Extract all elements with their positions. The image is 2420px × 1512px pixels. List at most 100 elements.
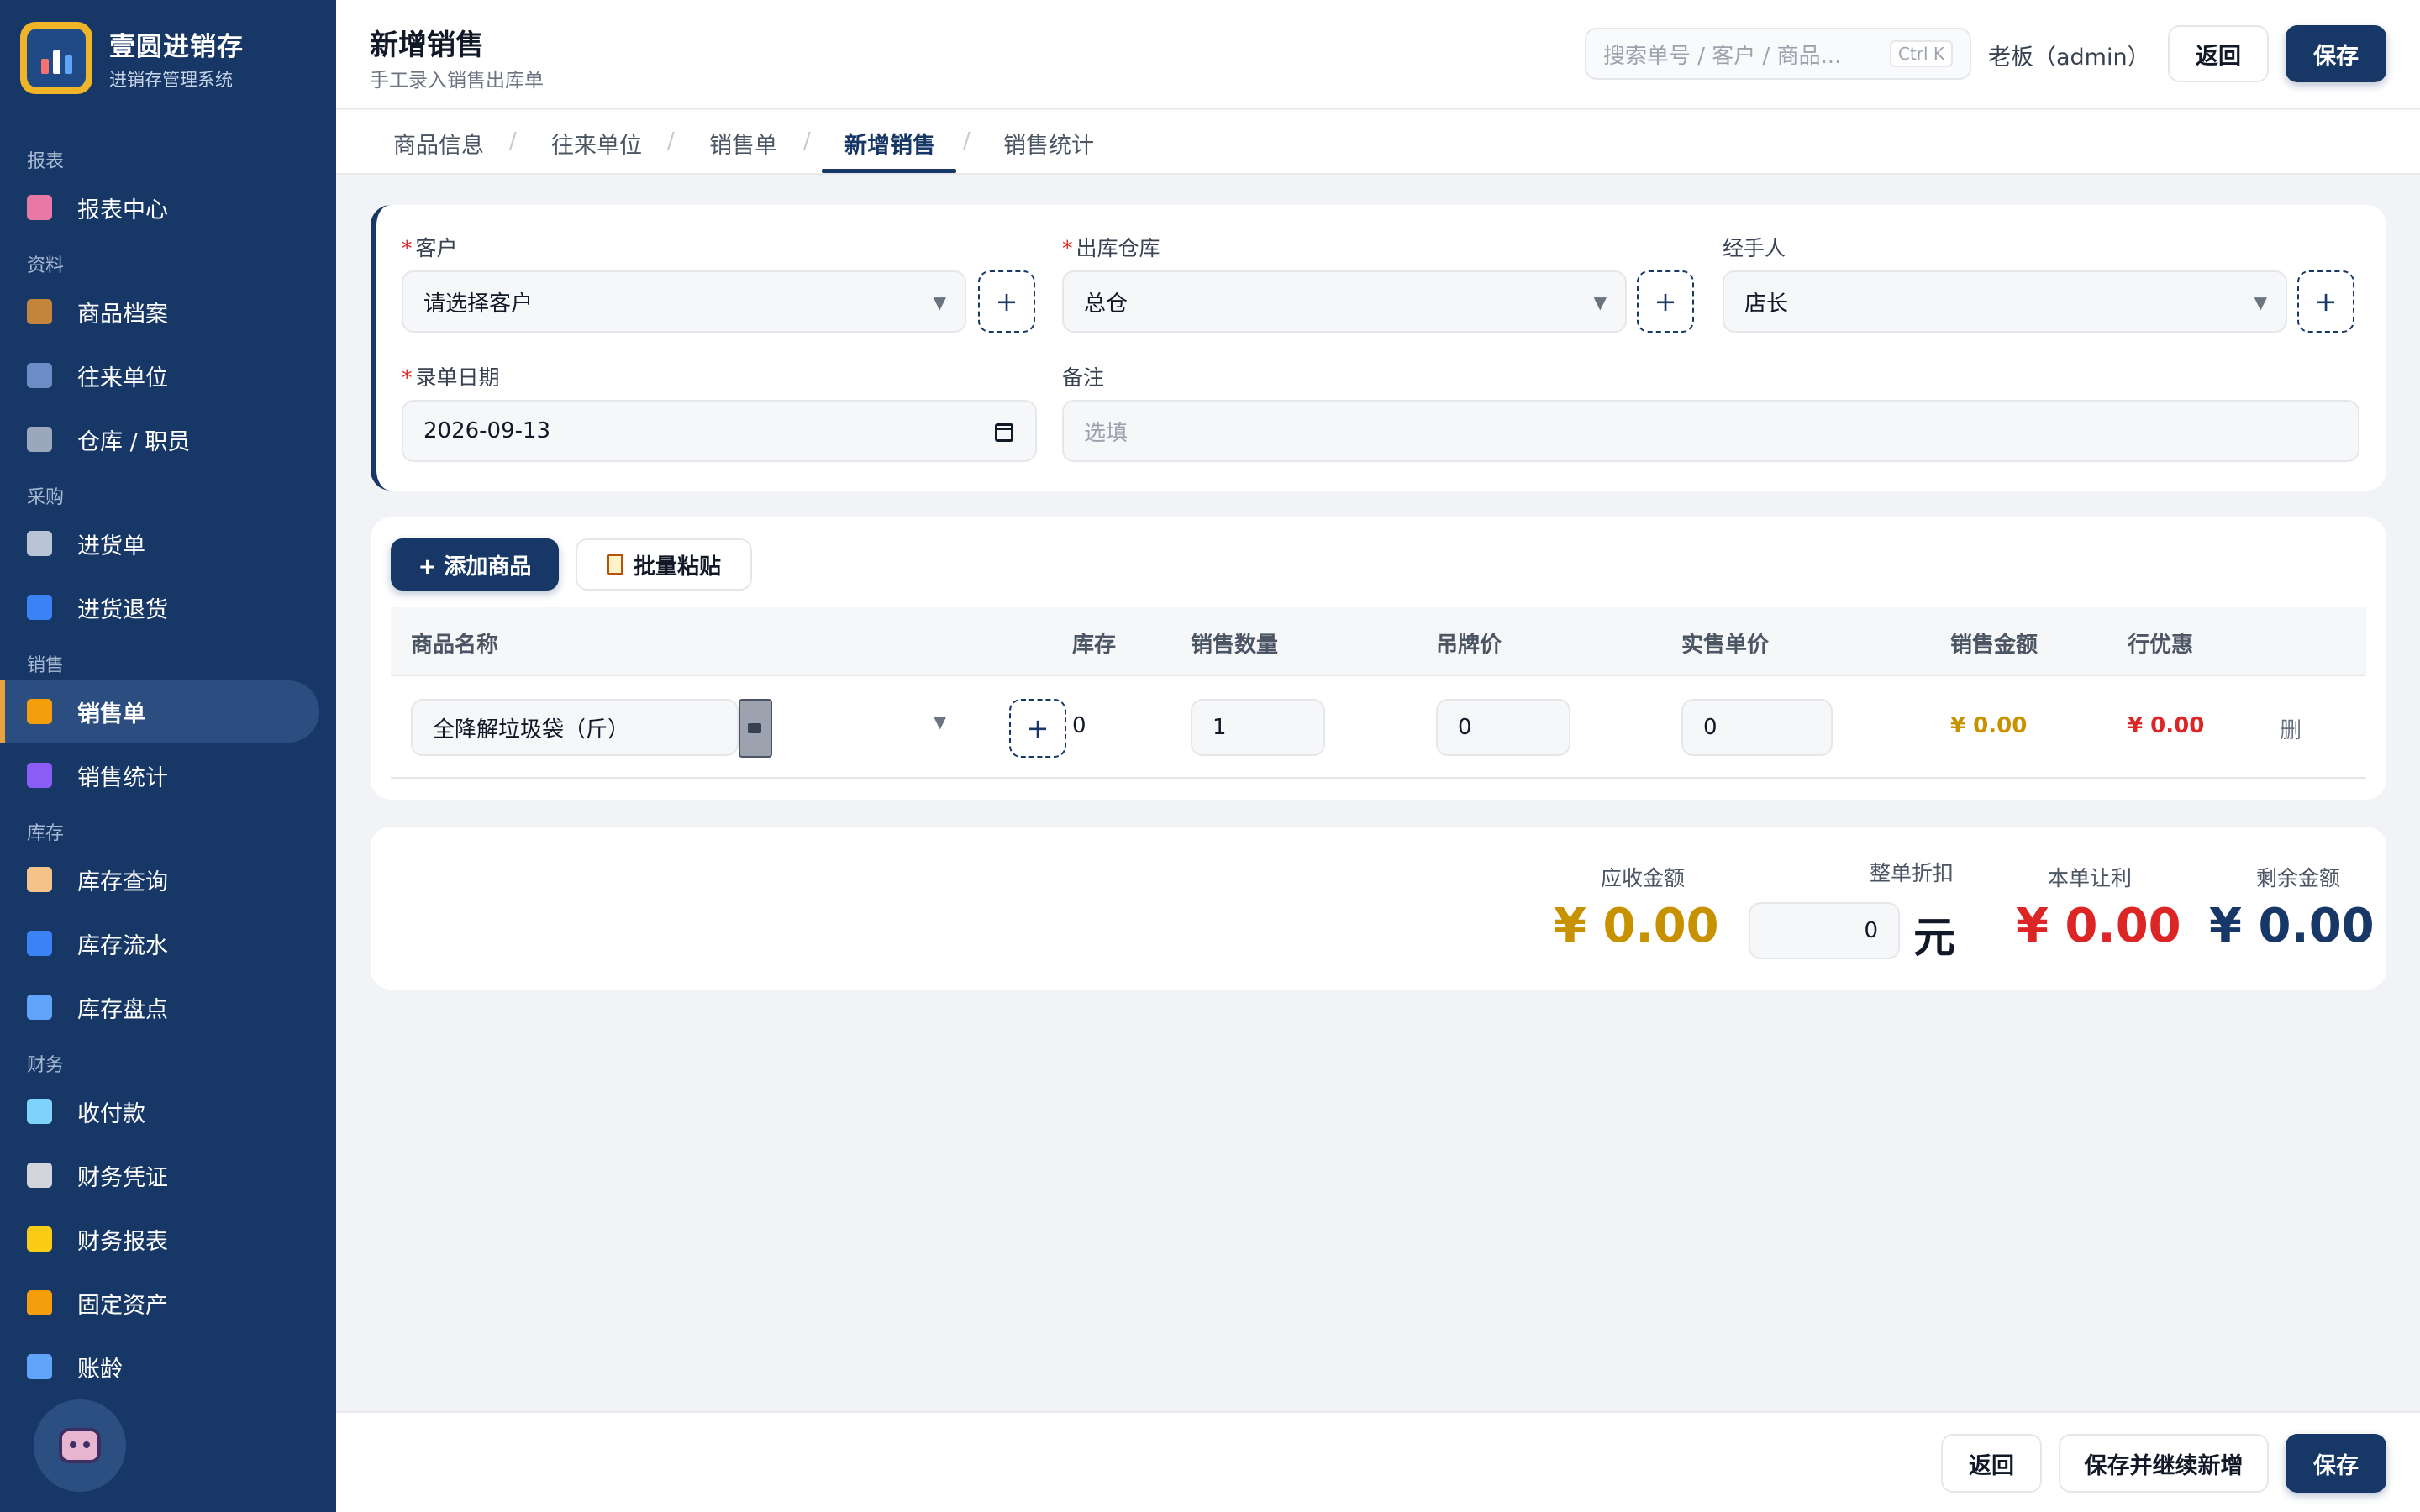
sidebar-item-label: 进货单 — [77, 533, 145, 559]
delete-row-button[interactable]: 删 — [2280, 713, 2302, 744]
order-form-card: * 客户 请选择客户 ▼ + * 出库仓库 总仓 ▼ + 经手人 店长 ▼ + * 录单日期… — [371, 205, 2386, 491]
column-header: 吊牌价 — [1436, 633, 1502, 658]
sidebar-item[interactable]: 销售统计 — [0, 744, 319, 806]
sidebar-item[interactable]: 收付款 — [0, 1080, 319, 1142]
sidebar-item-label: 报表中心 — [77, 197, 168, 223]
user-label[interactable]: 老板（admin） — [1988, 39, 2150, 71]
camera-icon[interactable] — [739, 699, 772, 758]
tab-separator: / — [509, 129, 517, 154]
factory-icon — [27, 427, 52, 452]
sidebar-item[interactable]: 财务凭证 — [0, 1144, 319, 1206]
tab-partners[interactable]: 往来单位 — [551, 127, 642, 160]
items-card: + 添加商品 批量粘贴 商品名称 库存 销售数量 吊牌价 实售单价 销售金额 行… — [371, 517, 2386, 800]
sidebar-item-label: 财务凭证 — [77, 1164, 168, 1191]
warehouse-select[interactable]: 总仓 ▼ — [1062, 270, 1627, 333]
tab-separator: / — [963, 129, 971, 154]
tab-product-info[interactable]: 商品信息 — [393, 127, 484, 160]
search-placeholder: 搜索单号 / 客户 / 商品... — [1603, 43, 1842, 69]
chevron-down-icon: ▼ — [933, 292, 946, 312]
sidebar-item[interactable]: 库存流水 — [0, 912, 319, 974]
footer-back-button[interactable]: 返回 — [1941, 1434, 2042, 1493]
back-button[interactable]: 返回 — [2168, 25, 2269, 82]
calendar-icon[interactable] — [995, 423, 1013, 442]
sidebar: 壹圆进销存 进销存管理系统 报表 报表中心 资料 商品档案 往来单位 仓库 / 职员 采购进… — [0, 0, 336, 1512]
add-warehouse-button[interactable]: + — [1637, 270, 1694, 333]
sidebar-item-label: 固定资产 — [77, 1292, 168, 1319]
money-bag-icon — [27, 699, 52, 724]
wave-icon — [27, 931, 52, 956]
add-product-row-button[interactable]: + — [1009, 699, 1066, 758]
table-row: 全降解垃圾袋（斤） ▼ + 0 1 0 0 ¥ 0.00 ¥ 0.00 删 — [391, 676, 2366, 779]
sidebar-item[interactable]: 库存盘点 — [0, 976, 319, 1038]
sidebar-item-label: 仓库 / 职员 — [77, 428, 191, 455]
note-input[interactable]: 选填 — [1062, 400, 2360, 462]
breadcrumb-tabs: 商品信息 / 往来单位 / 销售单 / 新增销售 / 销售统计 — [336, 110, 2420, 175]
sidebar-item-label: 财务报表 — [77, 1228, 168, 1255]
tab-sales-orders[interactable]: 销售单 — [709, 127, 777, 160]
header: 新增销售 手工录入销售出库单 搜索单号 / 客户 / 商品... Ctrl K … — [336, 0, 2420, 109]
brand-name: 壹圆进销存 — [109, 31, 244, 62]
nav-section-title: 财务 — [27, 1055, 65, 1076]
footer-save-button[interactable]: 保存 — [2286, 1434, 2386, 1493]
sidebar-item[interactable]: 进货退货 — [0, 576, 319, 638]
return-icon — [27, 595, 52, 620]
batch-paste-button[interactable]: 批量粘贴 — [576, 538, 752, 591]
receivable-label: 应收金额 — [1601, 866, 1686, 890]
package-icon — [27, 299, 52, 324]
date-input[interactable]: 2026-09-13 — [402, 400, 1037, 462]
column-header: 销售数量 — [1191, 633, 1279, 658]
sidebar-item[interactable]: 往来单位 — [0, 344, 319, 407]
chart-icon — [27, 1354, 52, 1379]
column-header: 商品名称 — [411, 633, 499, 658]
tab-new-sale[interactable]: 新增销售 — [844, 127, 935, 160]
save-and-continue-button[interactable]: 保存并继续新增 — [2059, 1434, 2269, 1493]
clipboard-icon — [606, 554, 623, 575]
sidebar-item[interactable]: 报表中心 — [0, 176, 319, 239]
customer-select[interactable]: 请选择客户 ▼ — [402, 270, 966, 333]
order-discount-input[interactable]: 0 — [1749, 902, 1900, 959]
sidebar-item-label: 往来单位 — [77, 365, 168, 391]
handler-label: 经手人 — [1723, 236, 1786, 260]
column-header: 销售金额 — [1950, 633, 2039, 658]
sidebar-item[interactable]: 固定资产 — [0, 1272, 319, 1334]
tag-price-input[interactable]: 0 — [1436, 699, 1570, 756]
inbox-icon — [27, 531, 52, 556]
sidebar-item-label: 销售统计 — [77, 764, 168, 791]
sidebar-item[interactable]: 进货单 — [0, 512, 319, 575]
quantity-input[interactable]: 1 — [1191, 699, 1325, 756]
sidebar-item[interactable]: 财务报表 — [0, 1208, 319, 1270]
sidebar-item[interactable]: 库存查询 — [0, 848, 319, 911]
assistant-bot-icon[interactable] — [34, 1399, 126, 1492]
brand-logo-icon — [20, 22, 92, 94]
chevron-down-icon: ▼ — [2254, 292, 2267, 312]
crane-icon — [27, 1290, 52, 1315]
sidebar-item-label: 库存流水 — [77, 932, 168, 959]
building-icon — [27, 363, 52, 388]
sidebar-item[interactable]: 仓库 / 职员 — [0, 408, 319, 470]
sales-amount: ¥ 0.00 — [1950, 713, 2028, 738]
unit-price-input[interactable]: 0 — [1681, 699, 1833, 756]
credit-card-icon — [27, 1099, 52, 1124]
sidebar-item[interactable]: 账龄 — [0, 1336, 319, 1398]
handler-select[interactable]: 店长 ▼ — [1723, 270, 2287, 333]
discount-label: 整单折扣 — [1870, 861, 1954, 885]
add-product-button[interactable]: + 添加商品 — [391, 538, 559, 591]
add-handler-button[interactable]: + — [2297, 270, 2354, 333]
sidebar-item[interactable]: 销售单 — [0, 680, 319, 743]
search-input[interactable]: 搜索单号 / 客户 / 商品... Ctrl K — [1585, 28, 1971, 80]
date-label: * 录单日期 — [402, 365, 500, 390]
tab-sales-stats[interactable]: 销售统计 — [1003, 127, 1094, 160]
add-customer-button[interactable]: + — [978, 270, 1035, 333]
nav-section-title: 采购 — [27, 487, 65, 508]
chevron-down-icon: ▼ — [1593, 292, 1607, 312]
tab-separator: / — [667, 129, 675, 154]
report-icon — [27, 195, 52, 220]
chevron-down-icon[interactable]: ▼ — [934, 711, 946, 732]
save-button[interactable]: 保存 — [2286, 25, 2386, 82]
sidebar-item-label: 账龄 — [77, 1356, 123, 1383]
column-header: 实售单价 — [1681, 633, 1770, 658]
product-name-input[interactable]: 全降解垃圾袋（斤） — [411, 699, 739, 756]
sidebar-item[interactable]: 商品档案 — [0, 281, 319, 343]
note-label: 备注 — [1062, 365, 1105, 390]
active-tab-indicator — [822, 169, 956, 173]
